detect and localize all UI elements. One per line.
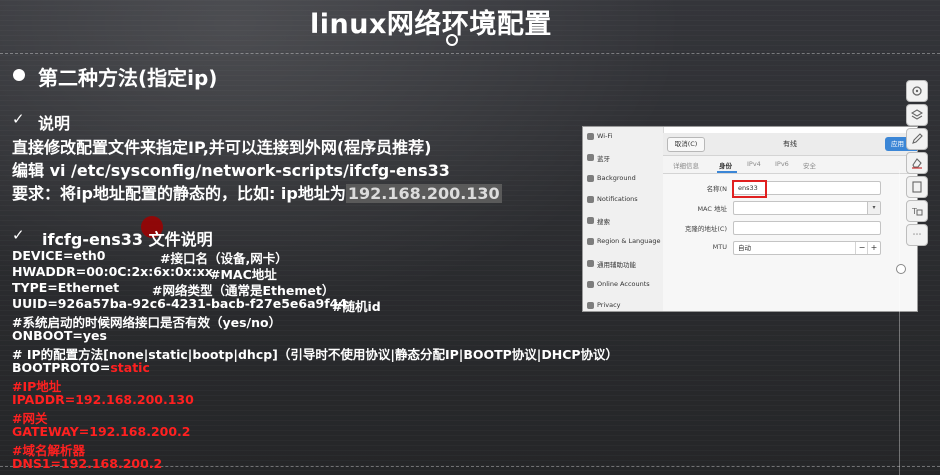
background-icon	[587, 175, 594, 182]
sidebar-item-background[interactable]: Background	[583, 169, 663, 189]
scroll-handle[interactable]	[896, 264, 906, 274]
cancel-button[interactable]: 取消(C)	[667, 137, 705, 152]
name-label: 名称(N	[706, 185, 727, 193]
tab-ipv4[interactable]: IPv4	[747, 160, 761, 168]
config-line-device: DEVICE=eth0	[12, 248, 106, 263]
plus-icon[interactable]: +	[867, 242, 880, 254]
network-settings-window: Wi-Fi 蓝牙 Background Notifications 搜索 Reg…	[582, 126, 918, 312]
config-line-uuid: UUID=926a57ba-92c6-4231-bacb-f27e5e6a9f4…	[12, 296, 348, 311]
config-comment-uuid: #随机id	[332, 299, 381, 314]
tab-security[interactable]: 安全	[803, 160, 816, 170]
clone-address-field[interactable]	[733, 221, 881, 235]
top-divider	[0, 53, 940, 54]
dialog-header: 取消(C) 有线 应用	[663, 133, 917, 156]
slide-title: linux网络环境配置	[310, 9, 552, 40]
guide-line	[899, 170, 900, 475]
mac-address-select[interactable]: ▾	[733, 201, 881, 215]
check-icon: ✓	[12, 226, 25, 244]
region-icon	[587, 238, 594, 245]
bullet-icon	[13, 69, 25, 81]
bootproto-key: BOOTPROTO=	[12, 360, 111, 375]
ip-address-highlight: 192.168.200.130	[345, 184, 502, 203]
online-accounts-icon	[587, 281, 594, 288]
wifi-icon	[587, 133, 594, 140]
mtu-label: MTU	[712, 243, 727, 251]
accessibility-icon	[587, 260, 594, 267]
tab-identity[interactable]: 身份	[719, 160, 732, 170]
section-heading-file: ifcfg-ens33 文件说明	[42, 230, 213, 249]
notifications-icon	[587, 196, 594, 203]
layers-icon[interactable]	[906, 104, 928, 126]
dialog-tabs: 详细信息 身份 IPv4 IPv6 安全	[663, 156, 917, 174]
marker-icon[interactable]	[906, 128, 928, 150]
search-icon	[587, 217, 594, 224]
section-heading-description: 说明	[38, 114, 71, 133]
config-line-bootproto: BOOTPROTO=static	[12, 360, 150, 375]
config-line-onboot: ONBOOT=yes	[12, 328, 107, 343]
sidebar-item-accessibility[interactable]: 通用辅助功能	[583, 254, 663, 274]
sidebar-item-wifi[interactable]: Wi-Fi	[583, 127, 663, 147]
bootproto-value: static	[110, 360, 150, 375]
description-line-3: 要求：将ip地址配置的静态的，比如: ip地址为 192.168.200.130	[12, 180, 502, 204]
description-line-2: 编辑 vi /etc/sysconfig/network-scripts/ifc…	[12, 161, 450, 180]
pen-icon[interactable]	[906, 80, 928, 102]
config-line-dns: DNS1=192.168.200.2	[12, 456, 163, 471]
clone-address-label: 克隆的地址(C)	[684, 225, 727, 233]
config-line-type: TYPE=Ethernet	[12, 280, 120, 295]
svg-text:T: T	[911, 207, 917, 216]
chevron-down-icon: ▾	[867, 202, 880, 214]
config-line-gateway: GATEWAY=192.168.200.2	[12, 424, 191, 439]
tab-details[interactable]: 详细信息	[673, 160, 699, 170]
privacy-icon	[587, 302, 594, 309]
mtu-value: 自动	[738, 244, 751, 252]
mtu-stepper[interactable]: 自动 − +	[733, 241, 881, 255]
check-icon: ✓	[12, 110, 25, 128]
description-line-1: 直接修改配置文件来指定IP,并可以连接到外网(程序员推荐)	[12, 138, 432, 157]
requirement-text: 要求：将ip地址配置的静态的，比如: ip地址为	[12, 184, 346, 203]
eraser-icon[interactable]	[906, 152, 928, 174]
sidebar-item-privacy[interactable]: Privacy	[583, 296, 663, 311]
sidebar-item-region[interactable]: Region & Language	[583, 232, 663, 252]
wired-dialog: 取消(C) 有线 应用 详细信息 身份 IPv4 IPv6 安全 名称(N en…	[663, 133, 917, 311]
tab-ipv6[interactable]: IPv6	[775, 160, 789, 168]
dialog-title: 有线	[783, 140, 797, 148]
mac-label: MAC 地址	[697, 205, 727, 213]
cursor-icon	[446, 34, 458, 46]
sidebar-item-online-accounts[interactable]: Online Accounts	[583, 275, 663, 295]
page-icon[interactable]	[906, 176, 928, 198]
settings-sidebar: Wi-Fi 蓝牙 Background Notifications 搜索 Reg…	[583, 127, 664, 311]
more-icon[interactable]: ⋯	[906, 224, 928, 246]
active-tab-indicator	[717, 171, 737, 173]
highlight-box	[732, 180, 767, 198]
bluetooth-icon	[587, 154, 594, 161]
method-heading: 第二种方法(指定ip)	[38, 66, 218, 90]
sidebar-item-notifications[interactable]: Notifications	[583, 190, 663, 210]
config-line-ipaddr: IPADDR=192.168.200.130	[12, 392, 194, 407]
config-line-hwaddr: HWADDR=00:0C:2x:6x:0x:xx	[12, 264, 213, 279]
sidebar-item-bluetooth[interactable]: 蓝牙	[583, 148, 663, 168]
text-box-icon[interactable]: T	[906, 200, 928, 222]
sidebar-item-search[interactable]: 搜索	[583, 211, 663, 231]
